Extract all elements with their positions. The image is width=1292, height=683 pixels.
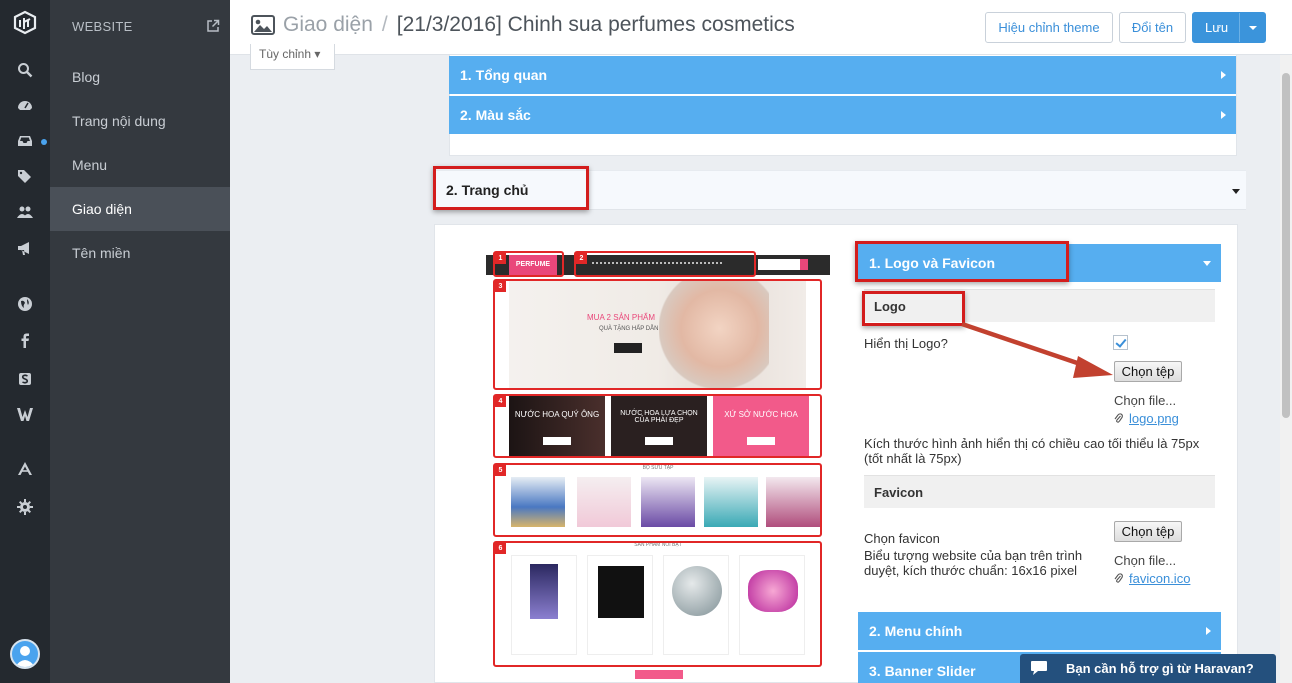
favicon-file-status: Chọn file... — [1114, 553, 1177, 568]
logo-size-hint: Kích thước hình ảnh hiển thị có chiều ca… — [864, 436, 1200, 466]
chevron-down-icon — [1203, 261, 1211, 266]
preview-search-button — [800, 259, 808, 270]
page-header: Giao diện / [21/3/2016] Chinh sua perfumes… — [230, 0, 1292, 55]
image-icon — [251, 15, 275, 35]
sidebar-item-menu[interactable]: Menu — [50, 143, 230, 187]
sidebar-item-domains[interactable]: Tên miền — [50, 231, 230, 275]
icon-rail — [0, 0, 50, 683]
chat-bubble-icon — [1031, 661, 1047, 675]
show-logo-label: Hiển thị Logo? — [864, 336, 948, 351]
globe-icon[interactable] — [15, 294, 35, 314]
sidebar-header: WEBSITE — [50, 0, 230, 54]
panel-main-menu-label: 2. Menu chính — [869, 623, 963, 639]
preview-region-2 — [574, 251, 756, 277]
logo-file-link[interactable]: logo.png — [1129, 411, 1179, 426]
inbox-icon[interactable] — [15, 131, 35, 151]
highlight-box — [862, 291, 965, 326]
sidebar-item-blog[interactable]: Blog — [50, 55, 230, 99]
sidebar-item-pages[interactable]: Trang nội dung — [50, 99, 230, 143]
favicon-hint: Biểu tượng website của bạn trên trình du… — [864, 548, 1083, 578]
haravan-logo-icon[interactable] — [11, 8, 39, 36]
preview-number-3: 3 — [495, 281, 506, 292]
page-title: [21/3/2016] Chinh sua perfumes cosmetics — [396, 13, 795, 36]
chevron-right-icon — [1221, 71, 1226, 79]
gear-icon[interactable] — [15, 497, 35, 517]
choose-favicon-file-button[interactable]: Chọn tệp — [1114, 521, 1182, 542]
sidebar-header-label: WEBSITE — [72, 19, 133, 34]
preview-number-2: 2 — [576, 253, 587, 264]
paperclip-icon — [1114, 413, 1123, 423]
apps-icon[interactable] — [15, 459, 35, 479]
save-button-label: Lưu — [1205, 20, 1229, 35]
panel-overview-label: 1. Tổng quan — [460, 67, 548, 83]
sidebar-item-themes[interactable]: Giao diện — [50, 187, 230, 231]
favicon-subheader-label: Favicon — [874, 485, 924, 500]
preview-region-6 — [493, 541, 822, 667]
edit-theme-button[interactable]: Hiệu chỉnh theme — [985, 12, 1113, 43]
notification-dot — [41, 139, 47, 145]
page-scrollbar[interactable] — [1280, 55, 1292, 683]
panel-main-menu[interactable]: 2. Menu chính — [858, 612, 1221, 650]
preview-number-6: 6 — [495, 543, 506, 554]
facebook-icon[interactable] — [15, 330, 35, 350]
preview-region-3 — [493, 279, 822, 390]
avatar[interactable] — [10, 639, 40, 669]
preview-region-5 — [493, 463, 822, 537]
tags-icon[interactable] — [15, 166, 35, 186]
preview-region-4 — [493, 394, 822, 458]
breadcrumb-section[interactable]: Giao diện — [283, 13, 373, 36]
caret-down-icon — [1232, 189, 1240, 194]
breadcrumb-separator: / — [381, 13, 388, 36]
preview-view-all-button — [635, 670, 683, 679]
customers-icon[interactable] — [15, 202, 35, 222]
megaphone-icon[interactable] — [15, 238, 35, 258]
panel-overview[interactable]: 1. Tổng quan — [449, 56, 1236, 94]
save-button[interactable]: Lưu — [1192, 12, 1266, 43]
breadcrumb: Giao diện / [21/3/2016] Chinh sua perfumes… — [283, 13, 795, 37]
preview-number-5: 5 — [495, 465, 506, 476]
panel-banner-slider-label: 3. Banner Slider — [869, 663, 976, 679]
user-icon — [15, 646, 35, 667]
favicon-subheader: Favicon — [864, 475, 1215, 508]
panel-colors-label: 2. Màu sắc — [460, 107, 531, 123]
chevron-right-icon — [1221, 111, 1226, 119]
rename-button[interactable]: Đổi tên — [1119, 12, 1186, 43]
logo-file-status: Chọn file... — [1114, 393, 1177, 408]
favicon-file-link[interactable]: favicon.ico — [1129, 571, 1190, 586]
support-chat-label: Bạn cần hỗ trợ gì từ Haravan? — [1066, 661, 1254, 676]
scrollbar-thumb[interactable] — [1282, 73, 1290, 418]
shopee-icon[interactable] — [15, 369, 35, 389]
wordpress-icon[interactable] — [15, 404, 35, 424]
highlight-box — [433, 166, 589, 210]
sidebar: WEBSITE Blog Trang nội dung Menu Giao di… — [50, 0, 230, 683]
search-icon[interactable] — [15, 60, 35, 80]
panel-colors[interactable]: 2. Màu sắc — [449, 96, 1236, 134]
preview-number-4: 4 — [495, 396, 506, 407]
homepage-preview: PERFUME 1 2 MUA 2 SẢN PHẨM QUÀ TẶNG HẤP … — [486, 248, 830, 680]
customize-dropdown[interactable]: Tùy chỉnh ▾ — [250, 44, 335, 70]
preview-number-1: 1 — [495, 253, 506, 264]
highlight-box — [855, 241, 1069, 282]
arrow-annotation-icon — [961, 321, 1113, 378]
external-link-icon[interactable] — [206, 19, 220, 33]
dashboard-icon[interactable] — [15, 95, 35, 115]
chevron-right-icon — [1206, 627, 1211, 635]
support-chat-button[interactable]: Bạn cần hỗ trợ gì từ Haravan? — [1020, 654, 1276, 683]
favicon-label: Chọn favicon — [864, 531, 940, 546]
choose-logo-file-button[interactable]: Chọn tệp — [1114, 361, 1182, 382]
paperclip-icon — [1114, 573, 1123, 583]
save-dropdown-caret[interactable] — [1239, 13, 1265, 42]
